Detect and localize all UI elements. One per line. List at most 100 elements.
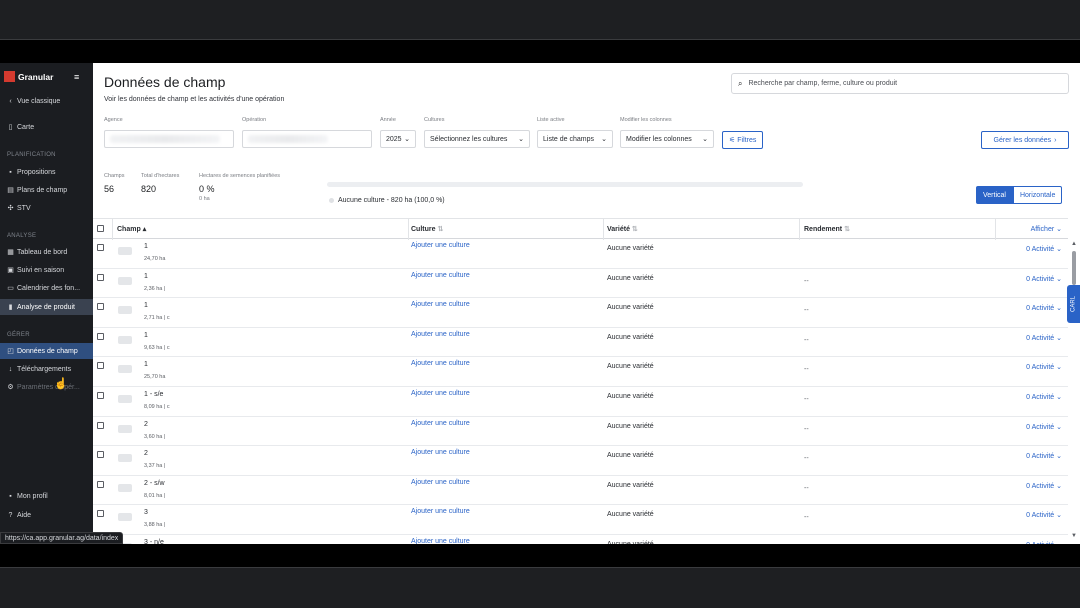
activity-dropdown[interactable]: 0 Activité ⌄	[1026, 393, 1062, 401]
afficher-dropdown[interactable]: Afficher ⌄	[1031, 225, 1062, 233]
table-row[interactable]: 3 - n/e Ajouter une culture Aucune variété…	[93, 535, 1068, 544]
field-name[interactable]: 3 - n/e	[144, 539, 164, 544]
table-row[interactable]: 2 3,60 ha | Ajouter une culture Aucune vari…	[93, 417, 1068, 447]
operation-select[interactable]	[242, 130, 372, 148]
row-checkbox[interactable]	[97, 362, 104, 370]
sidebar-item-profile[interactable]: ▪ Mon profil	[0, 488, 93, 504]
add-crop-link[interactable]: Ajouter une culture	[411, 301, 470, 308]
activity-dropdown[interactable]: 0 Activité ⌄	[1026, 511, 1062, 519]
sidebar-item-operation-settings[interactable]: ⚙ Paramètres d'opér...	[0, 379, 93, 395]
activity-dropdown[interactable]: 0 Activité ⌄	[1026, 334, 1062, 342]
agency-select[interactable]	[104, 130, 234, 148]
afficher-label: Afficher	[1030, 226, 1055, 233]
year-select[interactable]: 2025 ⌄	[380, 130, 416, 148]
sidebar-item-proposals[interactable]: ▪ Propositions	[0, 164, 93, 180]
field-shape-thumbnail	[118, 276, 132, 285]
scroll-down-icon[interactable]: ▼	[1071, 533, 1077, 539]
field-name[interactable]: 1	[144, 302, 148, 309]
table-row[interactable]: 3 3,88 ha | Ajouter une culture Aucune vari…	[93, 505, 1068, 535]
add-crop-link[interactable]: Ajouter une culture	[411, 449, 470, 456]
activity-dropdown[interactable]: 0 Activité ⌄	[1026, 452, 1062, 460]
table-row[interactable]: 1 9,63 ha | c Ajouter une culture Aucune va…	[93, 328, 1068, 358]
sidebar-item-map[interactable]: ▯ Carte	[0, 119, 93, 135]
active-list-select[interactable]: Liste de champs ⌄	[537, 130, 613, 148]
activity-dropdown[interactable]: 0 Activité ⌄	[1026, 363, 1062, 371]
collapse-menu-icon[interactable]: ≡	[74, 72, 79, 82]
scroll-up-icon[interactable]: ▲	[1071, 241, 1077, 247]
sidebar-item-classic-view[interactable]: ‹ Vue classique	[0, 93, 93, 109]
field-name[interactable]: 2 - s/w	[144, 480, 165, 487]
activity-dropdown[interactable]: 0 Activité ⌄	[1026, 304, 1062, 312]
field-name[interactable]: 1	[144, 243, 148, 250]
scrollbar-thumb[interactable]	[1072, 251, 1076, 285]
field-name[interactable]: 1 - s/e	[144, 391, 163, 398]
field-name[interactable]: 1	[144, 332, 148, 339]
field-name[interactable]: 1	[144, 273, 148, 280]
activity-dropdown[interactable]: 0 Activité ⌄	[1026, 275, 1062, 283]
activity-dropdown[interactable]: 0 Activité ⌄	[1026, 482, 1062, 490]
field-shape-thumbnail	[118, 306, 132, 315]
table-row[interactable]: 1 2,36 ha | Ajouter une culture Aucune vari…	[93, 269, 1068, 299]
table-row[interactable]: 1 24,70 ha Ajouter une culture Aucune varié…	[93, 239, 1068, 269]
table-row[interactable]: 2 - s/w 8,01 ha | Ajouter une culture Aucun…	[93, 476, 1068, 506]
col-culture[interactable]: Culture ⇅	[411, 225, 443, 233]
vertical-view-button[interactable]: Vertical	[976, 186, 1013, 204]
sidebar-item-product-analysis[interactable]: ▮ Analyse de produit	[0, 299, 93, 315]
add-crop-link[interactable]: Ajouter une culture	[411, 390, 470, 397]
carl-assistant-tab[interactable]: CARL	[1067, 285, 1080, 323]
horizontal-view-button[interactable]: Horizontale	[1012, 186, 1063, 204]
col-rendement[interactable]: Rendement ⇅	[804, 225, 850, 233]
sidebar-item-downloads[interactable]: ↓ Téléchargements	[0, 361, 93, 377]
add-crop-link[interactable]: Ajouter une culture	[411, 272, 470, 279]
row-checkbox[interactable]	[97, 303, 104, 311]
activity-dropdown[interactable]: 0 Activité ⌄	[1026, 245, 1062, 253]
add-crop-link[interactable]: Ajouter une culture	[411, 538, 470, 544]
add-crop-link[interactable]: Ajouter une culture	[411, 508, 470, 515]
row-checkbox[interactable]	[97, 273, 104, 281]
app-window: Granular ≡ ‹ Vue classique ▯ Carte PLANIFI…	[0, 63, 1080, 544]
table-row[interactable]: 1 2,71 ha | c Ajouter une culture Aucune va…	[93, 298, 1068, 328]
sidebar-item-field-data[interactable]: ◰ Données de champ	[0, 343, 93, 359]
sidebar-item-calendar[interactable]: ▭ Calendrier des fon...	[0, 280, 93, 296]
col-champ[interactable]: Champ ▴	[117, 225, 146, 233]
manage-data-button[interactable]: Gérer les données ›	[981, 131, 1069, 149]
download-icon: ↓	[8, 365, 13, 373]
table-row[interactable]: 1 25,70 ha Ajouter une culture Aucune varié…	[93, 357, 1068, 387]
field-name[interactable]: 2	[144, 421, 148, 428]
sidebar-item-season-tracking[interactable]: ▣ Suivi en saison	[0, 262, 93, 278]
columns-value: Modifier les colonnes	[626, 135, 692, 143]
row-checkbox[interactable]	[97, 392, 104, 399]
sidebar-item-stv[interactable]: ✣ STV	[0, 200, 93, 216]
sidebar-item-dashboard[interactable]: ▦ Tableau de bord	[0, 244, 93, 260]
add-crop-link[interactable]: Ajouter une culture	[411, 479, 470, 486]
brand-logo[interactable]: Granular	[4, 71, 53, 82]
sidebar-item-label: Téléchargements	[17, 365, 72, 373]
table-row[interactable]: 1 - s/e 8,09 ha | c Ajouter une culture Auc…	[93, 387, 1068, 417]
row-checkbox[interactable]	[97, 421, 104, 429]
activity-dropdown[interactable]: 0 Activité ⌄	[1026, 423, 1062, 431]
field-hectares: 8,09 ha | c	[144, 404, 170, 410]
sidebar-item-field-plans[interactable]: ▤ Plans de champ	[0, 182, 93, 198]
select-all-checkbox[interactable]	[97, 225, 104, 232]
add-crop-link[interactable]: Ajouter une culture	[411, 420, 470, 427]
row-checkbox[interactable]	[97, 480, 104, 488]
row-checkbox[interactable]	[97, 332, 104, 340]
table-row[interactable]: 2 3,37 ha | Ajouter une culture Aucune vari…	[93, 446, 1068, 476]
field-name[interactable]: 2	[144, 450, 148, 457]
filters-button[interactable]: ⚟ Filtres	[722, 131, 764, 149]
add-crop-link[interactable]: Ajouter une culture	[411, 242, 470, 249]
row-checkbox[interactable]	[97, 451, 104, 459]
crops-select[interactable]: Sélectionnez les cultures ⌄	[424, 130, 530, 148]
activity-dropdown[interactable]: 0 Activité ⌄	[1026, 541, 1062, 544]
search-input[interactable]: ⌕ Recherche par champ, ferme, culture ou …	[731, 73, 1069, 94]
row-checkbox[interactable]	[97, 510, 104, 518]
field-name[interactable]: 3	[144, 509, 148, 516]
col-variete[interactable]: Variété ⇅	[607, 225, 638, 233]
add-crop-link[interactable]: Ajouter une culture	[411, 360, 470, 367]
row-checkbox[interactable]	[97, 244, 104, 251]
sort-icon: ⇅	[437, 226, 444, 233]
columns-select[interactable]: Modifier les colonnes ⌄	[620, 130, 714, 148]
sidebar-item-help[interactable]: ? Aide	[0, 507, 93, 523]
add-crop-link[interactable]: Ajouter une culture	[411, 331, 470, 338]
field-name[interactable]: 1	[144, 361, 148, 368]
